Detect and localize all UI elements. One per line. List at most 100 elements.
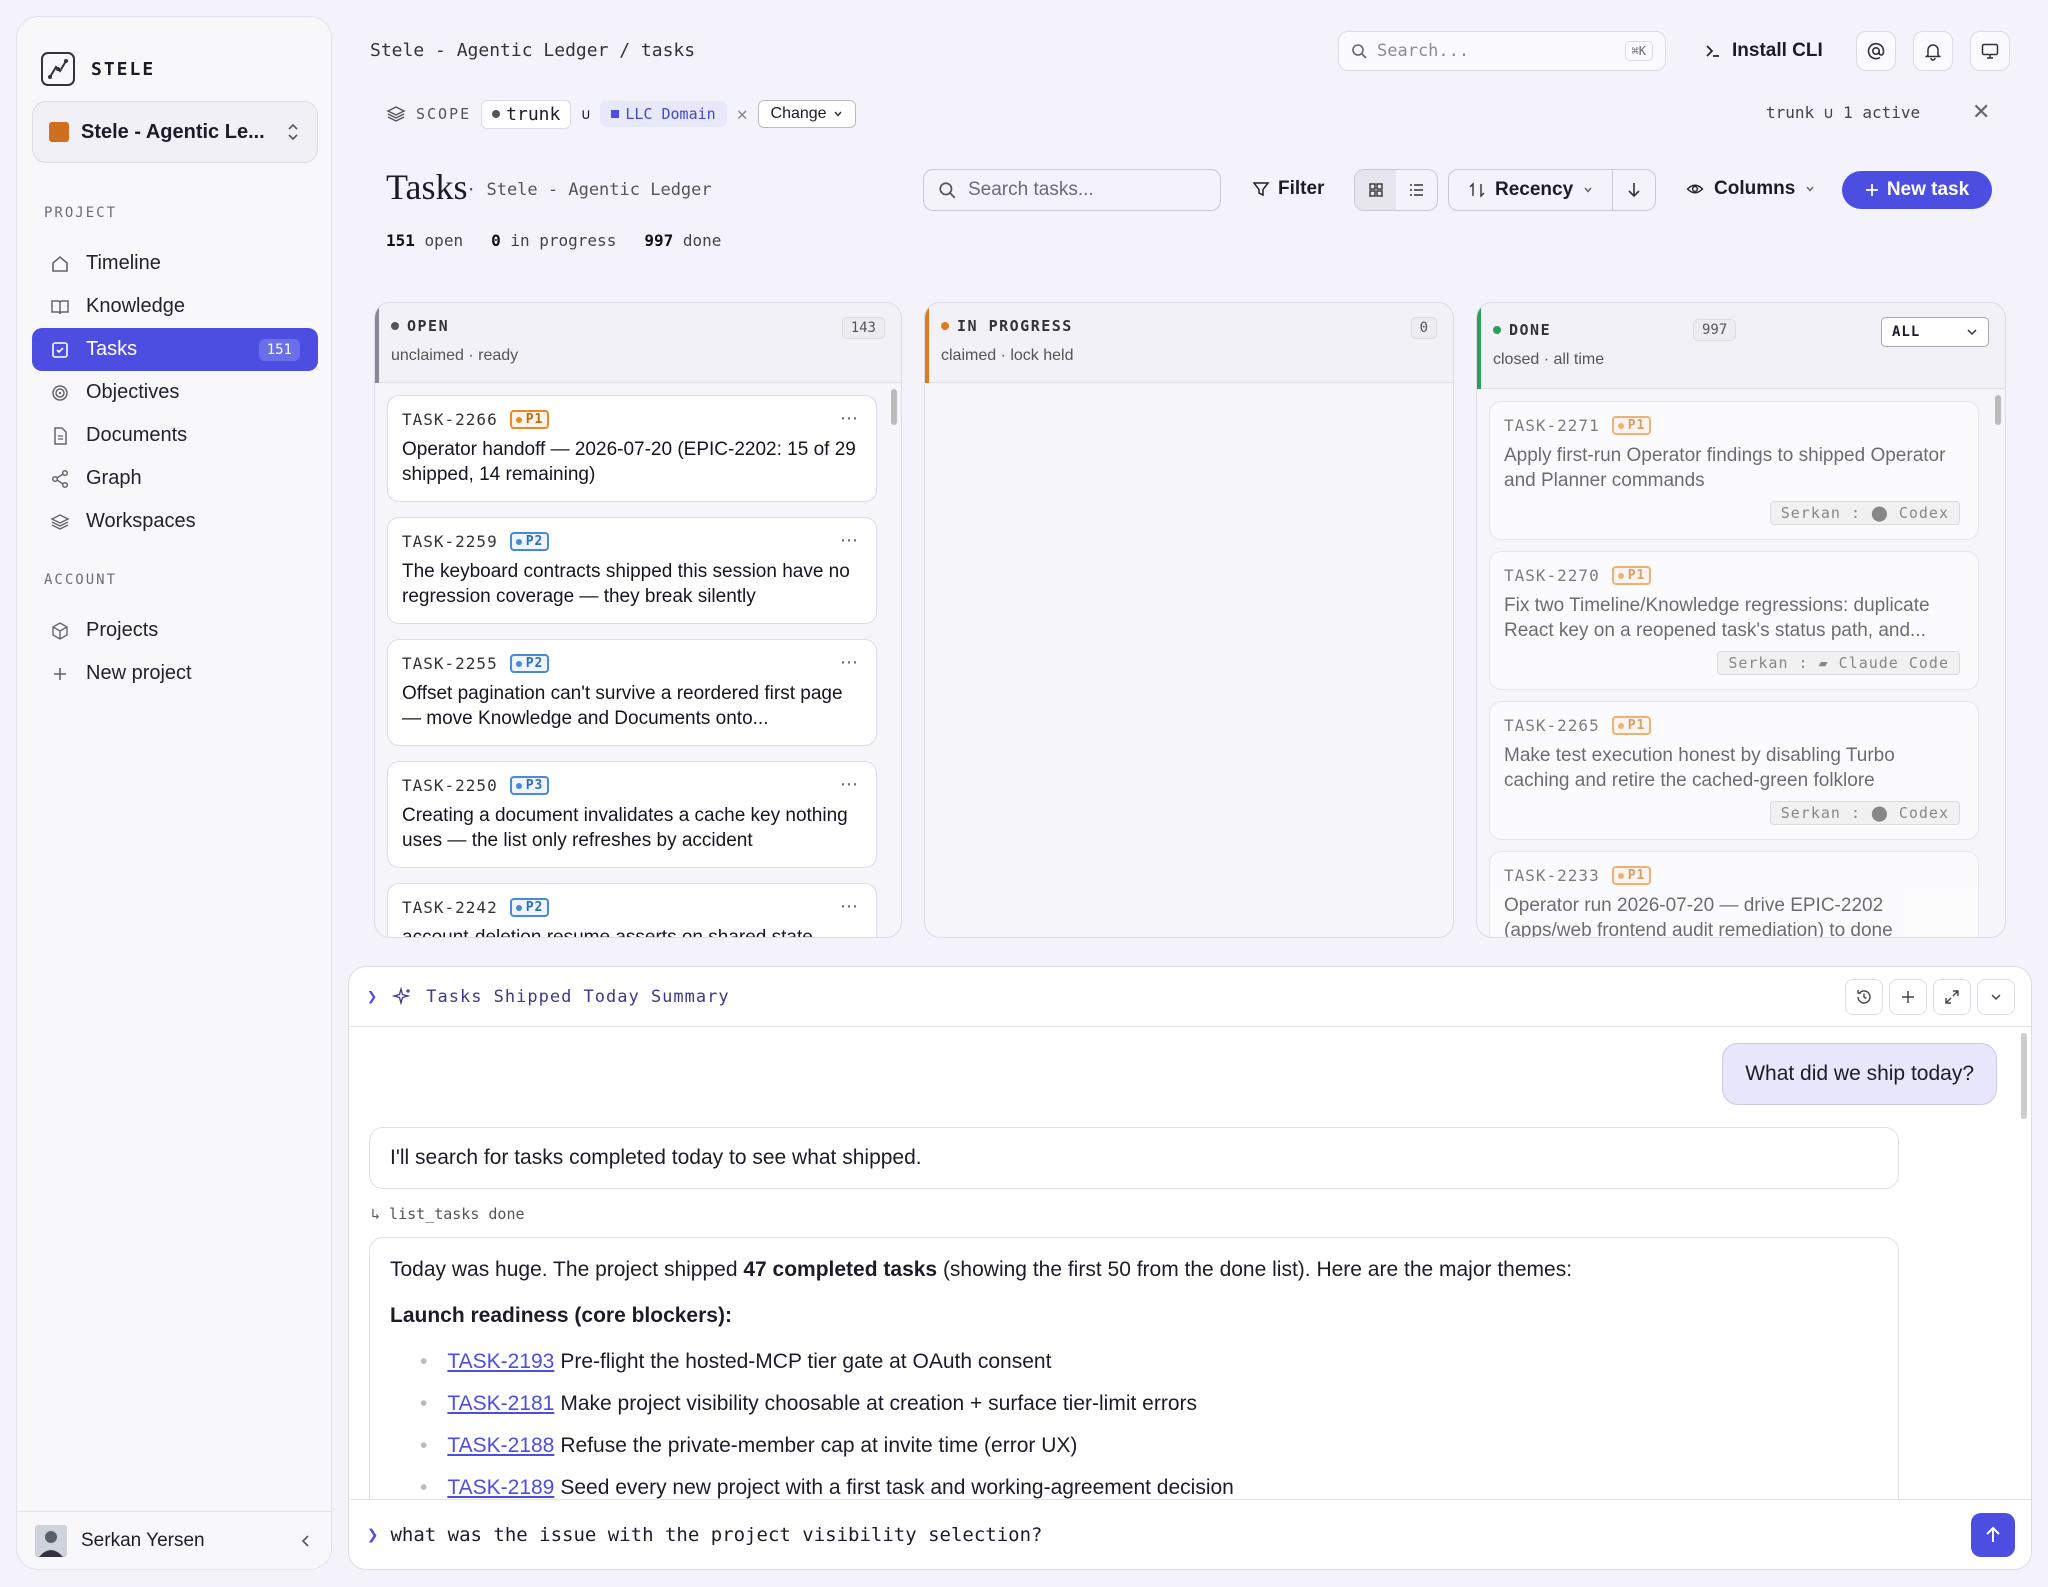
- change-scope-button[interactable]: Change: [757, 100, 856, 128]
- task-card[interactable]: TASK-2242 P2 ⋯ account-deletion resume as…: [387, 883, 877, 937]
- filter-button[interactable]: Filter: [1252, 178, 1324, 200]
- assistant-panel: ❯ Tasks Shipped Today Summary What did w…: [348, 966, 2032, 1570]
- mentions-button[interactable]: [1856, 31, 1896, 71]
- more-icon[interactable]: ⋯: [840, 652, 858, 673]
- more-icon[interactable]: ⋯: [840, 530, 858, 551]
- column-count: 997: [1693, 319, 1737, 341]
- change-label: Change: [770, 105, 827, 122]
- done-range-select[interactable]: ALL: [1881, 317, 1989, 347]
- sort-field-button[interactable]: Recency: [1449, 170, 1613, 210]
- chevron-down-icon: [834, 111, 842, 117]
- priority-badge: P1: [1611, 566, 1652, 585]
- assignee-tag: Serkan : ⬤ Codex: [1769, 501, 1960, 525]
- nav-item-timeline[interactable]: Timeline: [32, 242, 318, 285]
- eye-icon: [1686, 184, 1704, 194]
- board-view-button[interactable]: [1355, 170, 1396, 210]
- task-link[interactable]: TASK-2193: [447, 1348, 554, 1376]
- nav-item-objectives[interactable]: Objectives: [32, 371, 318, 414]
- chevron-down-icon: [1806, 186, 1814, 192]
- column-title: DONE: [1509, 321, 1552, 339]
- user-footer[interactable]: Serkan Yersen: [17, 1511, 331, 1569]
- task-card[interactable]: TASK-2255 P2 ⋯ Offset pagination can't su…: [387, 639, 877, 746]
- chip-label: trunk: [506, 103, 561, 125]
- chat-header[interactable]: ❯ Tasks Shipped Today Summary: [349, 967, 2031, 1027]
- priority-badge: P1: [1611, 866, 1652, 885]
- column-in-progress: IN PROGRESS claimed · lock held 0: [924, 302, 1454, 938]
- breadcrumb: Stele - Agentic Ledger / tasks: [370, 40, 696, 61]
- close-scope-icon[interactable]: ✕: [1972, 99, 1990, 125]
- scope-chip-trunk[interactable]: trunk: [481, 99, 572, 129]
- task-link-text: Make project visibility choosable at cre…: [560, 1392, 1198, 1415]
- list-view-button[interactable]: [1396, 170, 1437, 210]
- column-title: IN PROGRESS: [957, 317, 1073, 335]
- task-card[interactable]: TASK-2266 P1 ⋯ Operator handoff — 2026-07…: [387, 395, 877, 502]
- task-link[interactable]: TASK-2189: [447, 1474, 554, 1502]
- task-link[interactable]: TASK-2181: [447, 1390, 554, 1418]
- install-cli-button[interactable]: Install CLI: [1704, 30, 1823, 72]
- more-icon[interactable]: ⋯: [840, 896, 858, 917]
- priority-badge: P1: [509, 410, 550, 429]
- global-search[interactable]: Search... ⌘K: [1338, 31, 1666, 71]
- status-dot-icon: [1493, 326, 1501, 334]
- search-shortcut: ⌘K: [1624, 41, 1653, 61]
- nav-item-workspaces[interactable]: Workspaces: [32, 500, 318, 543]
- notifications-button[interactable]: [1913, 31, 1953, 71]
- task-search-placeholder: Search tasks...: [968, 179, 1094, 200]
- sort-direction-button[interactable]: [1613, 181, 1655, 199]
- task-link[interactable]: TASK-2188: [447, 1432, 554, 1460]
- project-selector[interactable]: Stele - Agentic Le...: [32, 101, 318, 163]
- task-title: Apply first-run Operator findings to shi…: [1504, 445, 1946, 491]
- collapse-sidebar-icon[interactable]: [299, 1534, 313, 1548]
- sort-icon: [1469, 182, 1485, 198]
- task-card[interactable]: TASK-2271 P1 Apply first-run Operator fin…: [1489, 401, 1979, 540]
- remove-domain-icon[interactable]: ✕: [737, 104, 748, 125]
- tasks-count-badge: 151: [258, 338, 300, 361]
- brand[interactable]: STELE: [41, 37, 155, 101]
- nav-label: Projects: [86, 619, 159, 641]
- nav-item-projects[interactable]: Projects: [32, 609, 318, 652]
- filter-label: Filter: [1278, 178, 1325, 199]
- column-header: OPEN unclaimed · ready 143: [375, 303, 901, 383]
- task-link-text: Pre-flight the hosted-MCP tier gate at O…: [560, 1350, 1052, 1373]
- task-id: TASK-2265: [1504, 716, 1600, 735]
- stat-value: 997: [644, 231, 674, 250]
- assistant-message: I'll search for tasks completed today to…: [369, 1127, 1899, 1189]
- history-button[interactable]: [1845, 979, 1883, 1015]
- stat-in-progress: 0 in progress: [491, 231, 616, 250]
- chevron-updown-icon: [288, 123, 298, 141]
- scope-chip-domain[interactable]: LLC Domain: [600, 101, 727, 127]
- new-chat-button[interactable]: [1889, 979, 1927, 1015]
- nav-item-knowledge[interactable]: Knowledge: [32, 285, 318, 328]
- chevron-right-icon[interactable]: ❯: [367, 987, 378, 1007]
- task-id: TASK-2266: [402, 410, 498, 429]
- more-icon[interactable]: ⋯: [840, 408, 858, 429]
- global-search-placeholder: Search...: [1377, 41, 1470, 61]
- priority-badge: P2: [509, 654, 550, 673]
- chat-scrollbar[interactable]: [2021, 1033, 2027, 1119]
- new-task-button[interactable]: New task: [1842, 171, 1992, 209]
- task-card[interactable]: TASK-2250 P3 ⋯ Creating a document invali…: [387, 761, 877, 868]
- task-card[interactable]: TASK-2265 P1 Make test execution honest b…: [1489, 701, 1979, 840]
- task-card[interactable]: TASK-2270 P1 Fix two Timeline/Knowledge r…: [1489, 551, 1979, 690]
- chat-input[interactable]: ❯ what was the issue with the project vi…: [349, 1499, 2031, 1569]
- task-card[interactable]: TASK-2259 P2 ⋯ The keyboard contracts shi…: [387, 517, 877, 624]
- chat-input-value[interactable]: what was the issue with the project visi…: [390, 1524, 1042, 1546]
- collapse-panel-button[interactable]: [1977, 979, 2015, 1015]
- expand-button[interactable]: [1933, 979, 1971, 1015]
- answer-section-heading: Launch readiness (core blockers):: [390, 1304, 732, 1327]
- more-icon[interactable]: ⋯: [840, 774, 858, 795]
- scrollbar[interactable]: [1995, 395, 2001, 425]
- scrollbar[interactable]: [891, 389, 897, 425]
- task-card[interactable]: TASK-2233 P1 Operator run 2026-07-20 — dr…: [1489, 851, 1979, 937]
- task-search-input[interactable]: Search tasks...: [923, 169, 1221, 211]
- nav-item-graph[interactable]: Graph: [32, 457, 318, 500]
- send-button[interactable]: [1971, 1513, 2015, 1557]
- nav-item-documents[interactable]: Documents: [32, 414, 318, 457]
- columns-button[interactable]: Columns: [1686, 178, 1815, 200]
- nav-item-new-project[interactable]: New project: [32, 652, 318, 695]
- priority-badge: P2: [509, 898, 550, 917]
- task-id: TASK-2255: [402, 654, 498, 673]
- display-button[interactable]: [1970, 31, 2010, 71]
- nav-item-tasks[interactable]: Tasks 151: [32, 328, 318, 371]
- task-title: Creating a document invalidates a cache …: [402, 805, 848, 851]
